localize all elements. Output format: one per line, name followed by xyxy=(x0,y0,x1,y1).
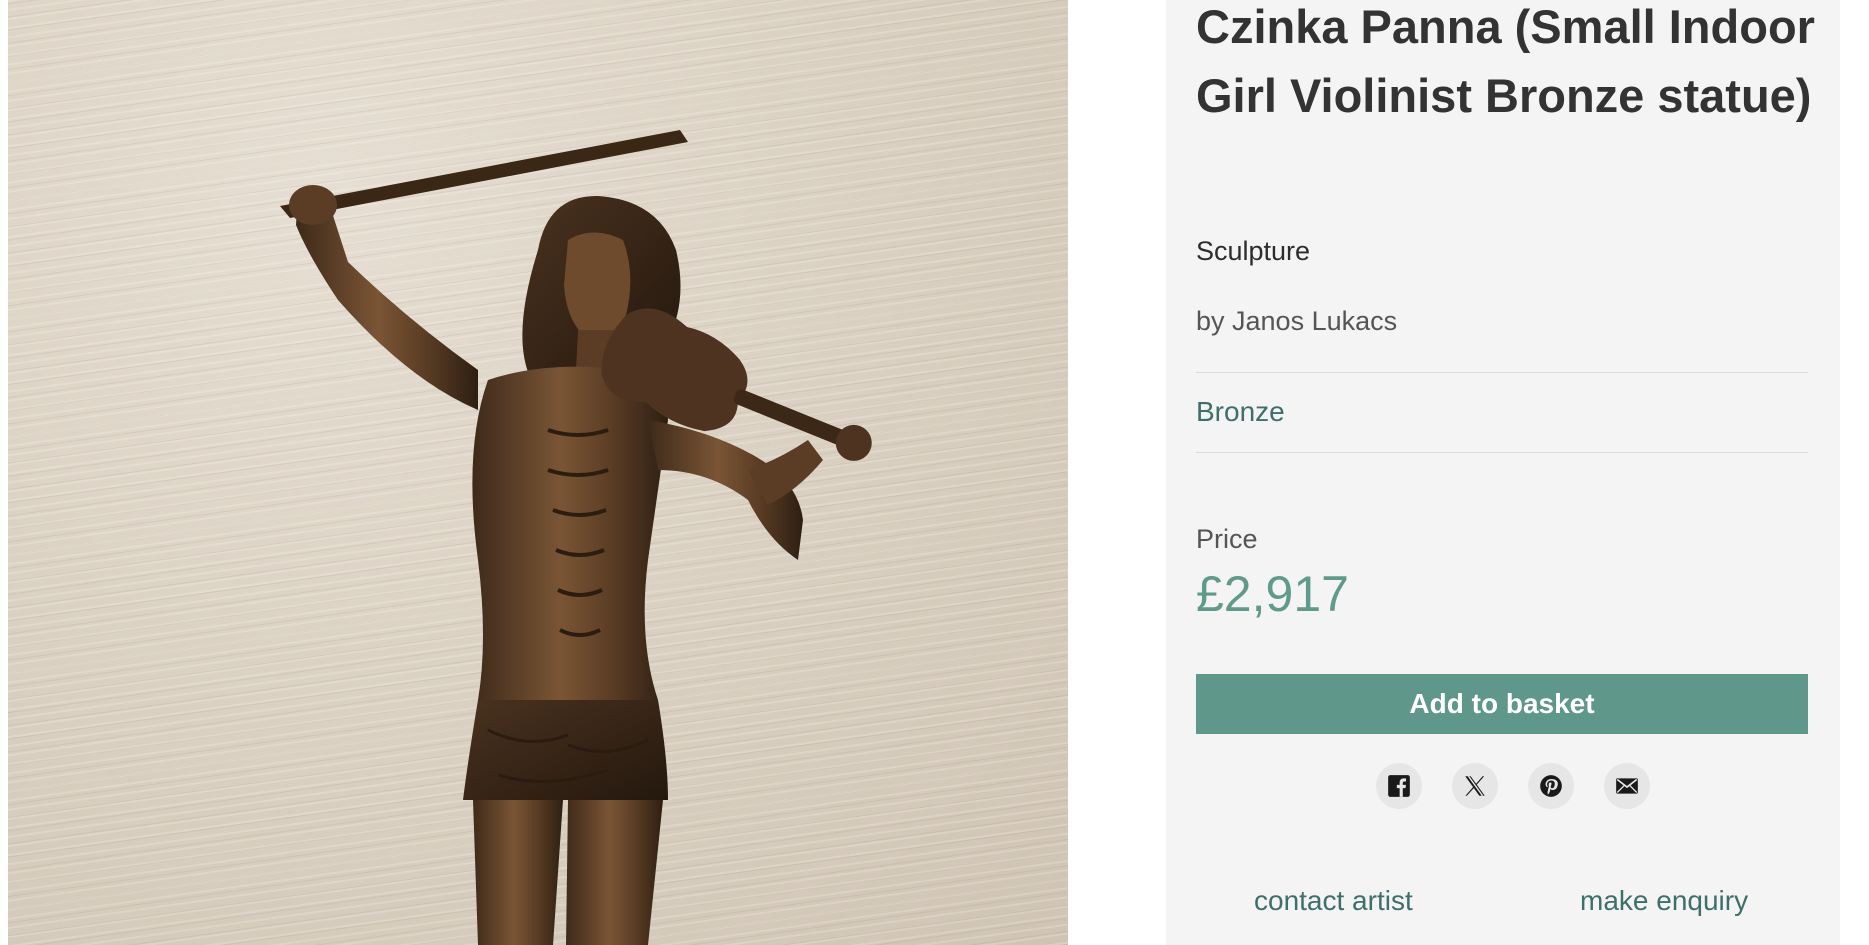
price-value: £2,917 xyxy=(1196,566,1349,622)
email-icon xyxy=(1616,778,1638,794)
contact-artist-link[interactable]: contact artist xyxy=(1254,885,1413,917)
product-artist: by Janos Lukacs xyxy=(1196,306,1398,336)
share-x-button[interactable] xyxy=(1452,763,1498,809)
product-info-panel: Czinka Panna (Small Indoor Girl Violinis… xyxy=(1166,0,1840,945)
product-title: Czinka Panna (Small Indoor Girl Violinis… xyxy=(1196,0,1815,122)
make-enquiry-link[interactable]: make enquiry xyxy=(1580,885,1748,917)
product-image[interactable] xyxy=(8,0,1068,945)
x-icon xyxy=(1465,776,1485,796)
pinterest-icon xyxy=(1540,775,1562,797)
divider xyxy=(1196,452,1808,453)
add-to-basket-button[interactable]: Add to basket xyxy=(1196,674,1808,734)
share-buttons xyxy=(1166,763,1840,809)
share-facebook-button[interactable] xyxy=(1376,763,1422,809)
product-page: Czinka Panna (Small Indoor Girl Violinis… xyxy=(0,0,1869,945)
divider xyxy=(1196,372,1808,373)
product-category: Sculpture xyxy=(1196,236,1311,266)
price-label: Price xyxy=(1196,524,1258,554)
material-link[interactable]: Bronze xyxy=(1196,396,1285,428)
share-email-button[interactable] xyxy=(1604,763,1650,809)
facebook-icon xyxy=(1388,775,1410,797)
share-pinterest-button[interactable] xyxy=(1528,763,1574,809)
bronze-violinist-statue xyxy=(280,130,872,945)
